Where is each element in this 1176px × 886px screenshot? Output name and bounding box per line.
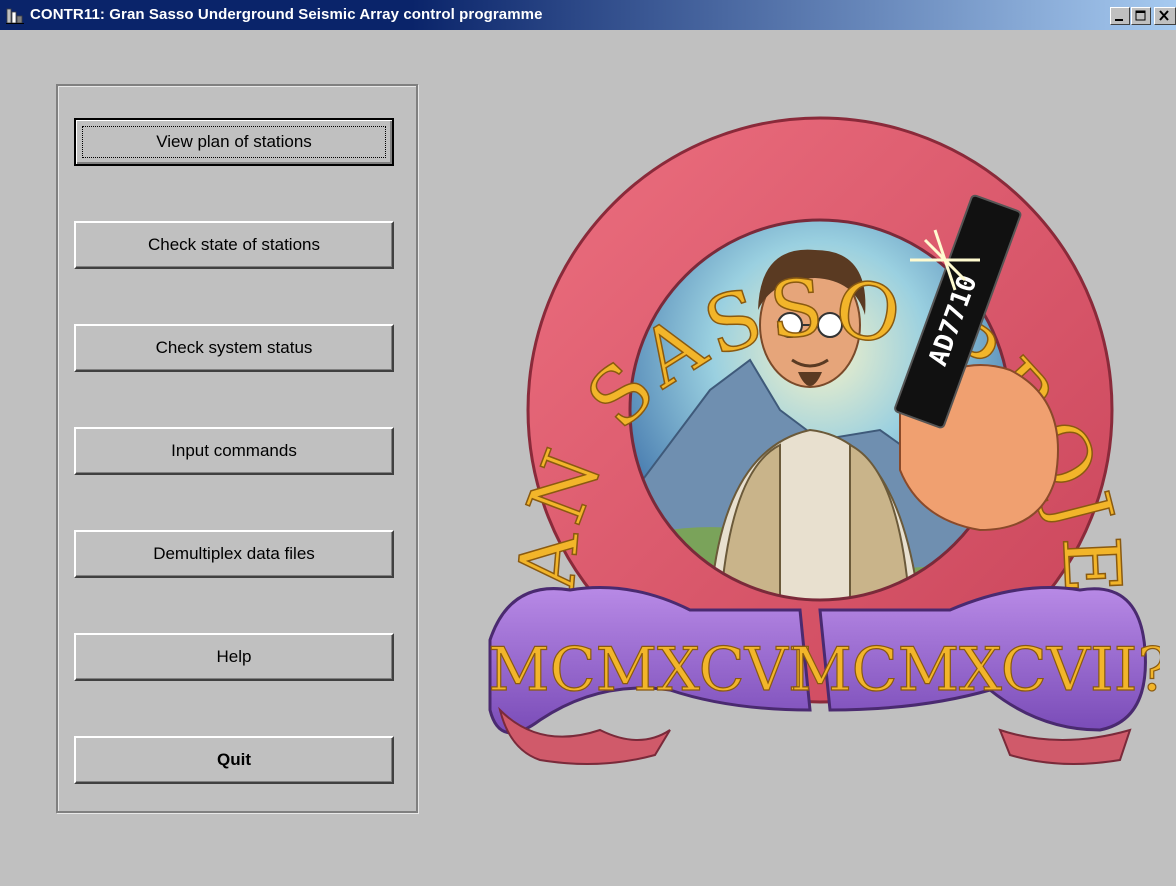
input-commands-button[interactable]: Input commands xyxy=(74,427,394,475)
banner-text-right: MCMXCVII? xyxy=(790,635,1160,705)
banner-text-left: MCMXCVI xyxy=(488,635,811,705)
gran-sasso-logo: GRAN SASSO PROJECT AD7710 MCMXCVI MCMXCV… xyxy=(480,110,1160,765)
quit-label: Quit xyxy=(217,750,251,769)
check-stations-label: Check state of stations xyxy=(148,235,320,254)
maximize-icon xyxy=(1135,10,1146,21)
input-commands-label: Input commands xyxy=(171,441,297,460)
quit-button[interactable]: Quit xyxy=(74,736,394,784)
check-stations-button[interactable]: Check state of stations xyxy=(74,221,394,269)
title-bar[interactable]: CONTR11: Gran Sasso Underground Seismic … xyxy=(0,0,1176,30)
close-button[interactable] xyxy=(1154,7,1176,25)
close-icon xyxy=(1159,10,1169,21)
minimize-icon xyxy=(1115,19,1123,21)
check-system-button[interactable]: Check system status xyxy=(74,324,394,372)
minimize-button[interactable] xyxy=(1110,7,1130,25)
focus-rect xyxy=(82,126,386,158)
help-button[interactable]: Help xyxy=(74,633,394,681)
check-system-label: Check system status xyxy=(155,338,313,357)
view-plan-button[interactable]: View plan of stations xyxy=(74,118,394,166)
app-icon xyxy=(6,8,24,24)
window-title: CONTR11: Gran Sasso Underground Seismic … xyxy=(30,6,543,23)
maximize-button[interactable] xyxy=(1131,7,1151,25)
demultiplex-label: Demultiplex data files xyxy=(153,544,315,563)
help-label: Help xyxy=(216,647,252,666)
demultiplex-button[interactable]: Demultiplex data files xyxy=(74,530,394,578)
